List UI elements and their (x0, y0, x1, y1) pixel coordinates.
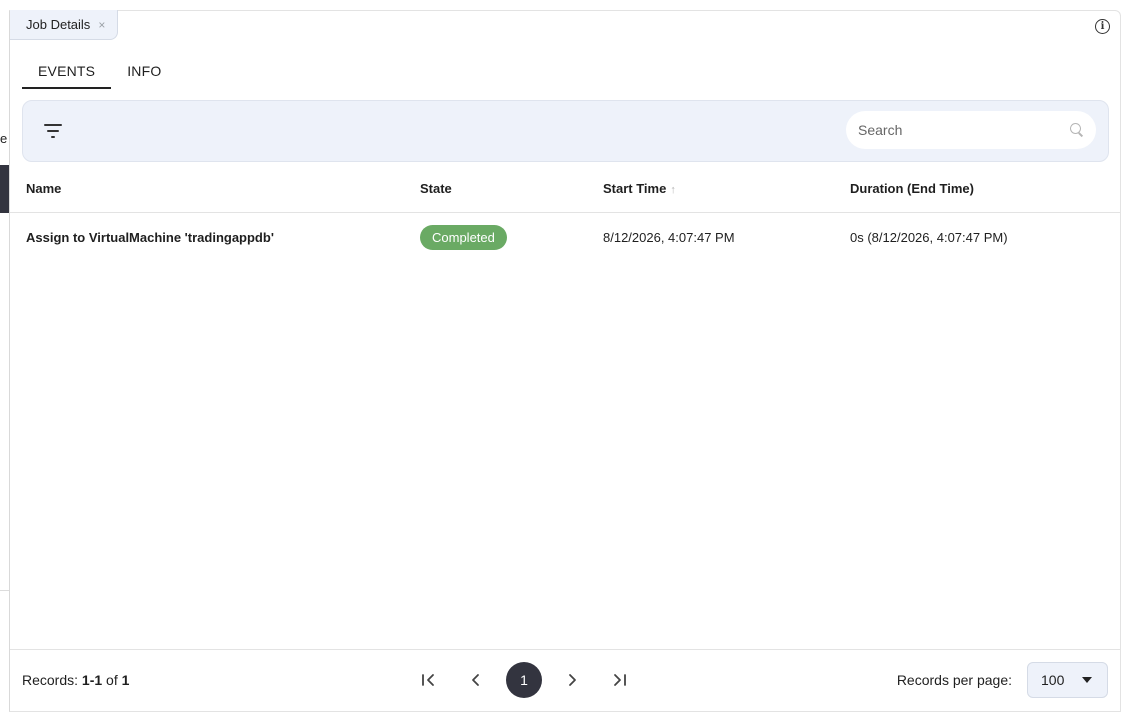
search-input[interactable] (858, 122, 1070, 138)
pagination: 1 (410, 662, 638, 698)
background-text-fragment: e (0, 131, 8, 146)
cell-state: Completed (420, 224, 507, 250)
status-badge: Completed (420, 224, 507, 250)
table-toolbar (22, 100, 1109, 162)
info-icon[interactable]: i (1095, 19, 1110, 34)
background-divider (0, 590, 9, 591)
cell-duration: 0s (8/12/2026, 4:07:47 PM) (850, 229, 1008, 245)
first-page-icon[interactable] (410, 662, 446, 698)
table-row[interactable]: Assign to VirtualMachine 'tradingappdb' … (10, 213, 1120, 261)
filter-icon[interactable] (43, 123, 63, 139)
tab-info[interactable]: INFO (111, 59, 177, 89)
table-footer: Records: 1-1 of 1 1 Records per page: 10… (10, 649, 1120, 711)
events-table: Name State Start Time ↑ Duration (End Tim… (10, 164, 1120, 261)
records-per-page-value: 100 (1041, 672, 1065, 688)
job-details-tab-label: Job Details (26, 17, 91, 32)
close-icon[interactable]: × (98, 18, 105, 32)
previous-page-icon[interactable] (458, 662, 494, 698)
tab-bar: EVENTS INFO (22, 59, 177, 89)
chevron-down-icon (1082, 677, 1093, 683)
job-details-tab[interactable]: Job Details × (10, 10, 118, 40)
tab-events[interactable]: EVENTS (22, 59, 112, 89)
records-total: 1 (121, 672, 130, 688)
column-header-start-time[interactable]: Start Time ↑ (603, 181, 676, 196)
cell-name: Assign to VirtualMachine 'tradingappdb' (26, 229, 274, 245)
records-per-page-label: Records per page: (896, 672, 1012, 688)
column-header-name[interactable]: Name (26, 181, 61, 196)
job-details-panel: Job Details × i EVENTS INFO Name State S… (9, 10, 1121, 712)
records-summary: Records: 1-1 of 1 (22, 672, 129, 688)
records-range: 1-1 (81, 672, 103, 688)
column-header-state[interactable]: State (420, 181, 452, 196)
column-header-duration[interactable]: Duration (End Time) (850, 181, 974, 196)
search-icon[interactable] (1070, 123, 1084, 137)
records-prefix: Records: (22, 672, 79, 688)
page-button-current[interactable]: 1 (506, 662, 542, 698)
background-selected-bar (0, 165, 9, 213)
sort-ascending-icon[interactable]: ↑ (670, 184, 676, 196)
column-header-start-time-label: Start Time (603, 180, 667, 196)
records-of: of (106, 672, 118, 688)
next-page-icon[interactable] (554, 662, 590, 698)
table-header: Name State Start Time ↑ Duration (End Tim… (10, 164, 1120, 213)
search-box[interactable] (846, 111, 1096, 149)
last-page-icon[interactable] (602, 662, 638, 698)
records-per-page-select[interactable]: 100 (1027, 662, 1108, 698)
cell-start-time: 8/12/2026, 4:07:47 PM (603, 229, 735, 245)
